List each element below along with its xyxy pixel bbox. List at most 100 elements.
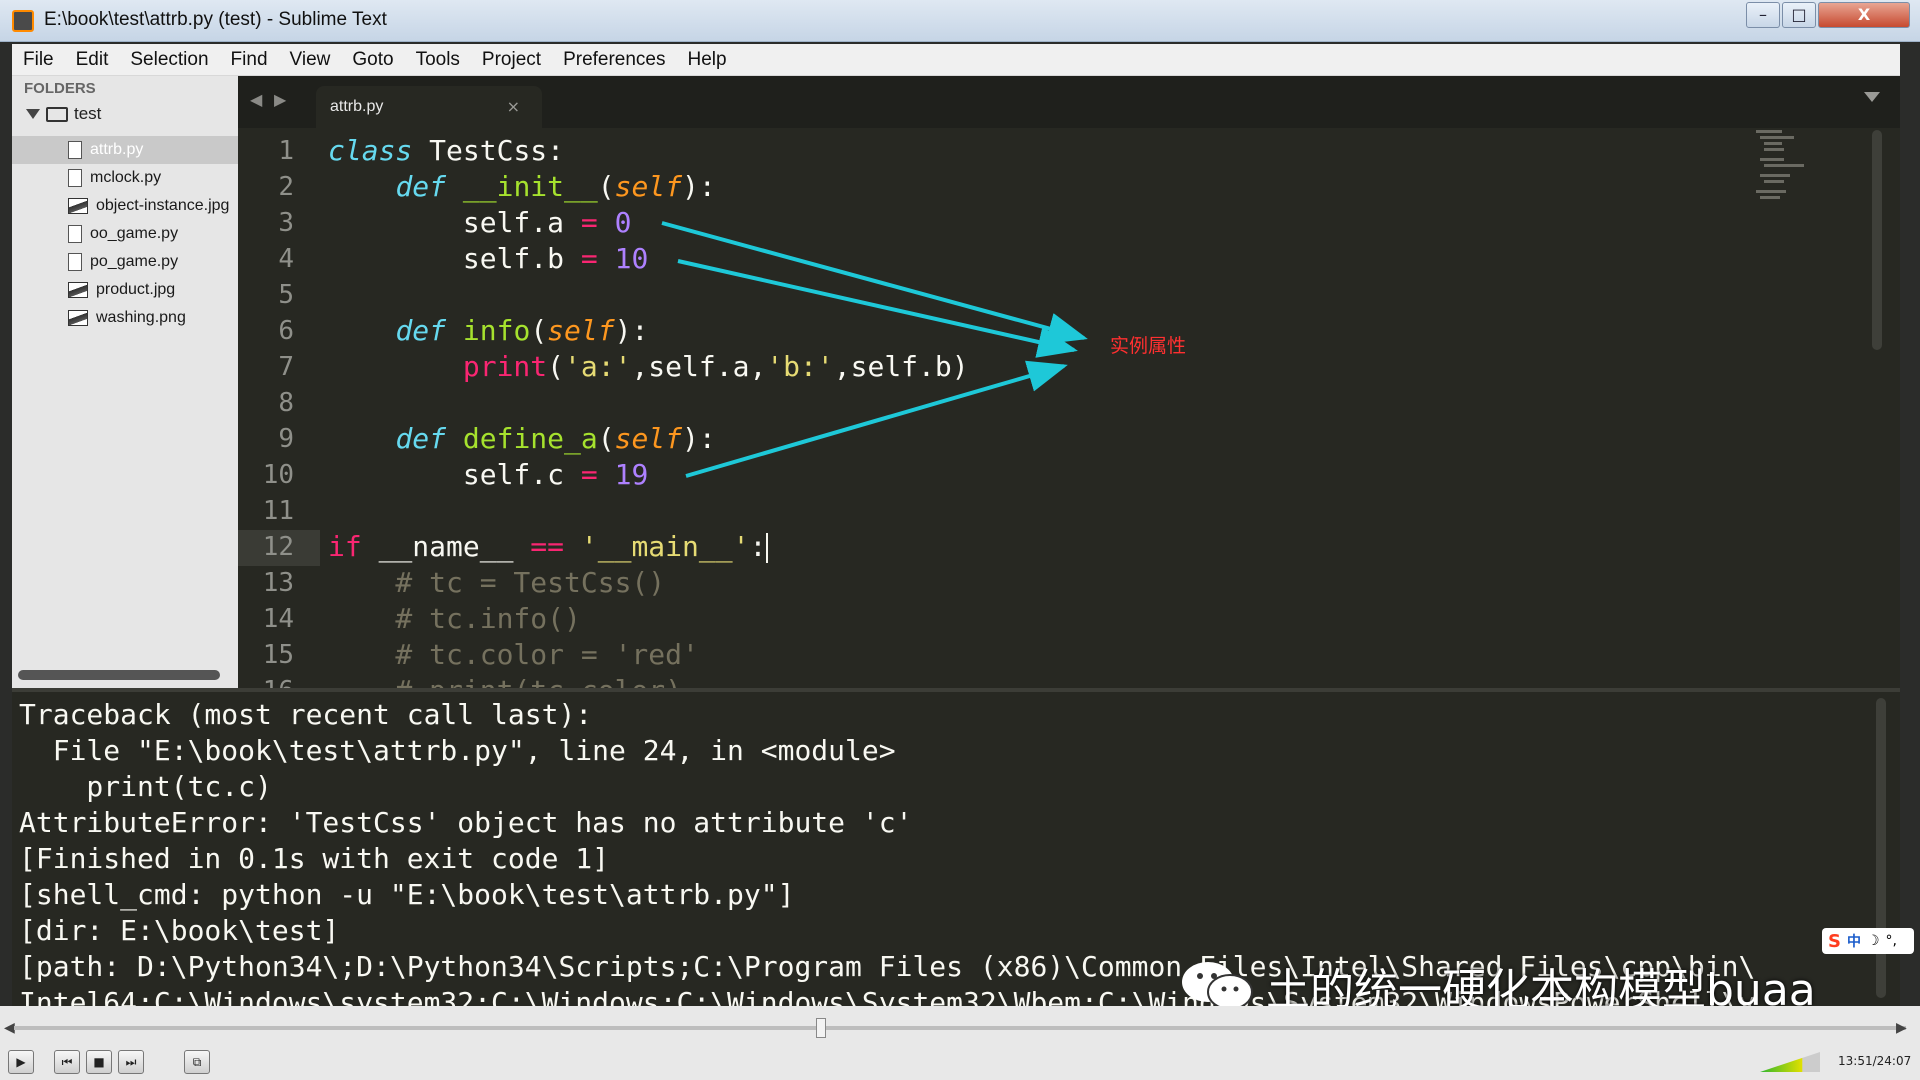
menu-preferences[interactable]: Preferences xyxy=(552,49,676,71)
line-number: 8 xyxy=(278,388,294,418)
file-label: po_game.py xyxy=(90,253,179,270)
code-line[interactable]: # tc = TestCss() xyxy=(328,566,665,602)
image-icon xyxy=(68,198,88,214)
punct-icon[interactable]: °, xyxy=(1886,933,1897,949)
play-button[interactable]: ▶ xyxy=(8,1050,34,1074)
sidebar-file-item[interactable]: object-instance.jpg xyxy=(12,192,238,220)
line-number: 13 xyxy=(262,568,294,598)
sidebar-file-item[interactable]: mclock.py xyxy=(12,164,238,192)
code-line[interactable]: # print(tc.color) xyxy=(328,674,682,688)
code-line[interactable]: self.c = 19 xyxy=(328,458,648,494)
code-line[interactable]: def __init__(self): xyxy=(328,170,715,206)
code-line[interactable]: # tc.color = 'red' xyxy=(328,638,698,674)
code-token: print xyxy=(462,350,548,383)
sidebar-file-item[interactable]: po_game.py xyxy=(12,248,238,276)
code-token: 10 xyxy=(614,242,649,275)
tab-nav-right-icon[interactable]: ▶ xyxy=(274,90,286,109)
menu-selection[interactable]: Selection xyxy=(119,49,219,71)
maximize-button[interactable]: □ xyxy=(1782,2,1816,28)
text-cursor xyxy=(766,533,769,563)
line-number: 14 xyxy=(262,604,294,634)
code-line[interactable]: def info(self): xyxy=(328,314,648,350)
code-token: self xyxy=(614,422,683,455)
output-line: [shell_cmd: python -u "E:\book\test\attr… xyxy=(19,878,795,911)
code-token: class xyxy=(328,134,413,167)
ime-toolbar[interactable]: S 中 ☽ °, xyxy=(1822,928,1914,954)
sidebar-scrollbar[interactable] xyxy=(18,670,220,680)
sidebar-file-item[interactable]: product.jpg xyxy=(12,276,238,304)
line-number: 5 xyxy=(278,280,294,310)
menu-view[interactable]: View xyxy=(279,49,342,71)
code-token: ( xyxy=(597,422,615,455)
menu-goto[interactable]: Goto xyxy=(341,49,404,71)
tab-attrb-py[interactable]: attrb.py × xyxy=(316,86,542,128)
seek-track[interactable] xyxy=(14,1026,1906,1030)
output-line: AttributeError: 'TestCss' object has no … xyxy=(19,806,913,839)
code-line[interactable]: # tc.info() xyxy=(328,602,580,638)
chevron-down-icon[interactable] xyxy=(26,109,40,119)
close-button[interactable]: X xyxy=(1818,2,1910,28)
sidebar-file-item[interactable]: oo_game.py xyxy=(12,220,238,248)
code-token: def xyxy=(395,422,447,455)
file-label: product.jpg xyxy=(96,281,176,298)
code-token: = xyxy=(580,206,598,239)
sidebar-file-item[interactable]: attrb.py xyxy=(12,136,238,164)
title-bar: E:\book\test\attrb.py (test) - Sublime T… xyxy=(0,0,1920,42)
editor-scrollbar[interactable] xyxy=(1872,130,1882,350)
moon-icon[interactable]: ☽ xyxy=(1867,933,1880,949)
code-line[interactable]: def define_a(self): xyxy=(328,422,715,458)
tab-label: attrb.py xyxy=(330,98,384,115)
tab-dropdown-icon[interactable] xyxy=(1864,92,1880,102)
seek-right-icon[interactable]: ▶ xyxy=(1896,1020,1907,1036)
code-area[interactable]: class TestCss: def __init__(self): self.… xyxy=(328,128,1828,688)
stop-button[interactable]: ■ xyxy=(86,1050,112,1074)
tab-nav-left-icon[interactable]: ◀ xyxy=(250,90,262,109)
line-number: 11 xyxy=(262,496,294,526)
code-line[interactable]: print('a:',self.a,'b:',self.b) xyxy=(328,350,969,386)
menu-edit[interactable]: Edit xyxy=(65,49,120,71)
volume-slider[interactable] xyxy=(1760,1052,1820,1072)
tab-close-icon[interactable]: × xyxy=(507,97,520,116)
minimap[interactable] xyxy=(1756,128,1806,208)
code-token: ( xyxy=(530,314,548,347)
code-line[interactable]: self.a = 0 xyxy=(328,206,632,242)
file-label: object-instance.jpg xyxy=(96,197,230,214)
fullscreen-button[interactable]: ⧉ xyxy=(184,1050,210,1074)
prev-button[interactable]: ⏮ xyxy=(54,1050,80,1074)
code-line[interactable]: class TestCss: xyxy=(328,134,564,170)
menu-tools[interactable]: Tools xyxy=(405,49,471,71)
line-number: 15 xyxy=(262,640,294,670)
next-button[interactable]: ⏭ xyxy=(118,1050,144,1074)
file-icon xyxy=(68,141,82,159)
line-number: 1 xyxy=(278,136,294,166)
menu-help[interactable]: Help xyxy=(677,49,738,71)
code-token: __init__ xyxy=(462,170,598,203)
seek-thumb[interactable] xyxy=(816,1018,826,1038)
code-line[interactable]: self.b = 10 xyxy=(328,242,648,278)
folder-label: test xyxy=(74,104,102,123)
line-number: 6 xyxy=(278,316,294,346)
sidebar-file-item[interactable]: washing.png xyxy=(12,304,238,332)
file-icon xyxy=(68,253,82,271)
folder-test[interactable]: test xyxy=(26,104,101,124)
ime-lang-toggle[interactable]: 中 xyxy=(1847,931,1861,951)
sidebar: FOLDERS test attrb.py mclock.py object-ins… xyxy=(12,76,238,688)
minimize-button[interactable]: – xyxy=(1746,2,1780,28)
code-line[interactable]: if __name__ == '__main__': xyxy=(328,530,769,566)
menu-file[interactable]: File xyxy=(12,49,65,71)
menu-project[interactable]: Project xyxy=(471,49,552,71)
code-token: == xyxy=(530,530,565,563)
code-token: ( xyxy=(547,350,565,383)
code-token: '__main__' xyxy=(580,530,750,563)
menu-find[interactable]: Find xyxy=(220,49,279,71)
output-line: File "E:\book\test\attrb.py", line 24, i… xyxy=(19,734,896,767)
code-token: def xyxy=(395,170,447,203)
code-token: ,self.b) xyxy=(833,350,969,383)
output-line: [Finished in 0.1s with exit code 1] xyxy=(19,842,610,875)
